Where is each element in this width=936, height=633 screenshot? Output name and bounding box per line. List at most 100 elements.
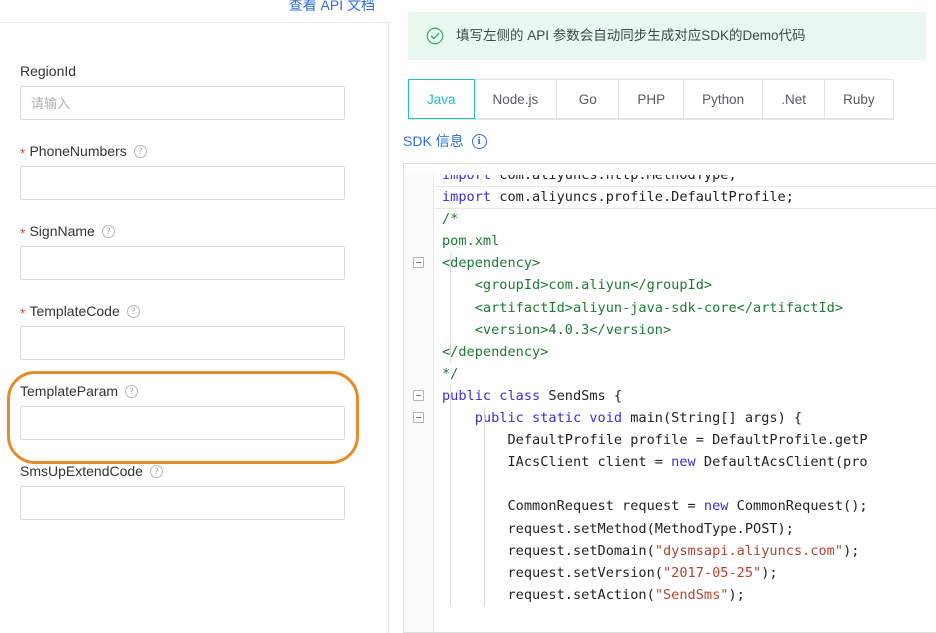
code-token: </dependency> xyxy=(442,343,549,360)
code-editor[interactable]: import com.aliyuncs.http.MethodType; impo… xyxy=(403,163,936,633)
code-line: <artifactId>aliyun-java-sdk-core</artifa… xyxy=(435,297,936,319)
code-token: pom.xml xyxy=(442,233,500,250)
form-field-templateparam: TemplateParam? xyxy=(7,360,368,464)
code-fold-toggle[interactable] xyxy=(413,257,424,269)
code-token: public static void xyxy=(474,410,631,427)
input-smsupextendcode[interactable] xyxy=(20,486,345,520)
field-label-templateparam: TemplateParam? xyxy=(20,382,368,400)
code-token: DefaultAcsClient(pro xyxy=(703,454,868,471)
field-label-regionid: RegionId xyxy=(20,62,368,80)
code-token: CommonRequest request = xyxy=(507,498,704,515)
help-circle-icon[interactable]: ? xyxy=(133,144,147,158)
code-token: new xyxy=(671,454,704,471)
code-fold-toggle[interactable] xyxy=(413,390,424,401)
tab-net[interactable]: .Net xyxy=(763,79,826,119)
code-token: public class xyxy=(442,387,549,404)
help-circle-icon[interactable]: ? xyxy=(125,384,139,398)
code-token: <artifactId>aliyun-java-sdk-core</artifa… xyxy=(474,299,844,316)
info-alert-banner: 填写左侧的 API 参数会自动同步生成对应SDK的Demo代码 xyxy=(408,12,926,60)
required-asterisk: * xyxy=(20,145,26,161)
view-api-doc-link[interactable]: 查看 API 文档 xyxy=(288,0,375,14)
input-templatecode[interactable] xyxy=(20,326,345,360)
code-ruler-line xyxy=(435,186,936,188)
input-regionid[interactable] xyxy=(20,86,345,120)
code-line: */ xyxy=(435,363,936,385)
field-label-text: PhoneNumbers xyxy=(29,143,127,159)
field-label-templatecode: * TemplateCode? xyxy=(20,302,368,320)
field-label-phonenumbers: * PhoneNumbers? xyxy=(20,142,368,160)
code-indent-guide xyxy=(484,407,485,606)
code-token: ); xyxy=(728,586,745,603)
tab-node-js[interactable]: Node.js xyxy=(474,79,558,119)
input-phonenumbers[interactable] xyxy=(20,166,345,200)
form-field-phonenumbers: * PhoneNumbers? xyxy=(20,120,368,200)
code-token: */ xyxy=(442,365,459,382)
code-line: /* xyxy=(435,208,936,230)
field-label-smsupextendcode: SmsUpExtendCode? xyxy=(20,462,368,480)
sdk-info-link[interactable]: SDK 信息 i xyxy=(403,131,487,151)
code-token: request.setMethod(MethodType.POST); xyxy=(507,520,794,537)
api-parameters-form: RegionId*PhoneNumbers?*SignName?*Templat… xyxy=(0,23,389,633)
help-circle-icon[interactable]: ? xyxy=(149,464,163,478)
input-signname[interactable] xyxy=(20,246,345,280)
code-line: DefaultProfile profile = DefaultProfile.… xyxy=(435,429,936,451)
left-panel-header: 查看 API 文档 xyxy=(0,0,390,23)
code-token: /* xyxy=(442,211,459,228)
info-alert-text: 填写左侧的 API 参数会自动同步生成对应SDK的Demo代码 xyxy=(456,28,806,43)
code-fold-gutter[interactable] xyxy=(404,164,434,632)
tab-java[interactable]: Java xyxy=(408,79,475,119)
code-line: request.setDomain("dysmsapi.aliyuncs.com… xyxy=(435,540,936,562)
info-circle-icon[interactable]: i xyxy=(471,133,487,149)
code-line: IAcsClient client = new DefaultAcsClient… xyxy=(435,451,936,473)
required-asterisk: * xyxy=(20,305,26,321)
code-line: CommonRequest request = new CommonReques… xyxy=(435,495,936,517)
required-asterisk: * xyxy=(20,225,26,241)
tab-ruby[interactable]: Ruby xyxy=(825,79,894,119)
code-token: <groupId>com.aliyun</groupId> xyxy=(474,277,713,294)
code-fold-toggle[interactable] xyxy=(413,412,424,424)
code-content[interactable]: import com.aliyuncs.http.MethodType; impo… xyxy=(435,164,936,632)
code-token: ); xyxy=(843,542,860,559)
code-line: request.setMethod(MethodType.POST); xyxy=(435,518,936,540)
code-line: <groupId>com.aliyun</groupId> xyxy=(435,274,936,296)
code-token: request.setAction( xyxy=(507,586,655,603)
field-label-text: SmsUpExtendCode xyxy=(20,463,143,479)
form-field-smsupextendcode: SmsUpExtendCode? xyxy=(20,440,368,520)
field-label-text: SignName xyxy=(29,223,95,239)
code-line: request.setAction("SendSms"); xyxy=(435,584,936,606)
field-label-text: TemplateCode xyxy=(29,303,120,319)
check-circle-icon xyxy=(426,27,444,45)
code-line: public static void main(String[] args) { xyxy=(435,407,936,429)
code-line: <version>4.0.3</version> xyxy=(435,319,936,341)
form-field-templatecode: * TemplateCode? xyxy=(20,280,368,360)
page-root: 查看 API 文档 RegionId*PhoneNumbers?*SignNam… xyxy=(0,0,936,633)
help-circle-icon[interactable]: ? xyxy=(101,224,115,238)
code-token: <version>4.0.3</version> xyxy=(474,321,672,338)
code-token: DefaultProfile profile = DefaultProfile.… xyxy=(507,432,868,449)
field-label-signname: * SignName? xyxy=(20,222,368,240)
help-circle-icon[interactable]: ? xyxy=(126,304,140,318)
sdk-demo-panel: 填写左侧的 API 参数会自动同步生成对应SDK的Demo代码 Java Node… xyxy=(390,0,936,633)
code-token: "2017-05-25" xyxy=(662,564,762,581)
code-token: com.aliyuncs.profile.DefaultProfile; xyxy=(499,189,794,206)
code-line: request.setVersion("2017-05-25"); xyxy=(435,562,936,584)
code-token: new xyxy=(703,498,737,515)
code-token: "SendSms" xyxy=(654,586,729,603)
code-token: ); xyxy=(761,564,778,581)
tab-python[interactable]: Python xyxy=(684,79,764,119)
code-token: main(String[] args) { xyxy=(630,410,803,427)
api-parameters-panel: 查看 API 文档 RegionId*PhoneNumbers?*SignNam… xyxy=(0,0,390,633)
code-token: import xyxy=(442,189,500,206)
code-indent-guide xyxy=(450,252,451,363)
code-token: "dysmsapi.aliyuncs.com" xyxy=(654,542,844,559)
code-token: SendSms { xyxy=(548,387,623,404)
tab-php[interactable]: PHP xyxy=(619,79,685,119)
tab-go[interactable]: Go xyxy=(557,79,620,119)
code-token: <dependency> xyxy=(442,255,541,272)
input-templateparam[interactable] xyxy=(20,406,345,440)
form-field-regionid: RegionId xyxy=(20,23,368,120)
field-label-text: TemplateParam xyxy=(20,383,119,399)
code-line: import com.aliyuncs.profile.DefaultProfi… xyxy=(435,186,936,208)
form-field-signname: * SignName? xyxy=(20,200,368,280)
